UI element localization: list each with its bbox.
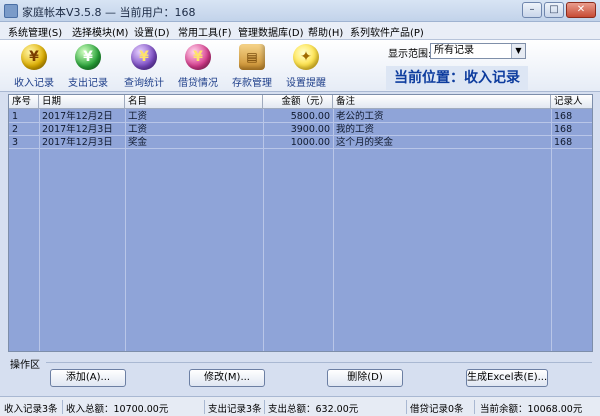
header-note[interactable]: 备注: [333, 95, 551, 109]
cell-note: 老公的工资: [336, 111, 384, 122]
cell-date: 2017年12月3日: [42, 137, 113, 148]
status-separator: [406, 400, 407, 414]
cell-index: 2: [12, 124, 19, 135]
expense-records-label: 支出记录: [68, 78, 108, 89]
status-income-total: 收入总额：10700.00元: [66, 404, 169, 415]
loan-coin-icon: ¥: [185, 44, 211, 70]
cell-category: 奖金: [128, 137, 148, 148]
cell-category: 工资: [128, 124, 148, 135]
cell-amount: 5800.00: [290, 111, 330, 122]
header-date[interactable]: 日期: [39, 95, 125, 109]
cell-index: 3: [12, 137, 19, 148]
expense-coin-icon: ¥: [75, 44, 101, 70]
menu-modules[interactable]: 选择模块(M): [72, 24, 128, 39]
window-title: 家庭帐本V3.5.8 — 当前用户：168: [22, 6, 196, 19]
table-row[interactable]: 2 2017年12月3日 工资 3900.00 我的工资 168: [9, 123, 592, 136]
cell-date: 2017年12月2日: [42, 111, 113, 122]
records-table[interactable]: 序号 日期 名目 金额（元） 备注 记录人 1 2017年12月2日 工资 58…: [8, 94, 593, 352]
add-button[interactable]: 添加(A)...: [50, 369, 126, 387]
menu-system[interactable]: 系统管理(S): [8, 24, 62, 39]
chevron-down-icon[interactable]: ▼: [511, 44, 525, 58]
operations-divider: [46, 362, 592, 363]
scope-value: 所有记录: [434, 45, 474, 56]
operations-label: 操作区: [10, 360, 40, 371]
toolbar: ¥ 收入记录 ¥ 支出记录 ¥ 查询统计 ¥ 借贷情况 ▤ 存款管理 ✦ 设置提…: [0, 40, 600, 92]
query-stats-button[interactable]: ¥ 查询统计: [118, 42, 170, 90]
menu-settings[interactable]: 设置(D): [134, 24, 170, 39]
cell-note: 这个月的奖金: [336, 137, 394, 148]
status-bar: 收入记录3条 收入总额：10700.00元 支出记录3条 支出总额：632.00…: [0, 396, 600, 416]
cell-date: 2017年12月3日: [42, 124, 113, 135]
cell-recorder: 168: [554, 124, 573, 135]
scope-label: 显示范围:: [388, 49, 432, 60]
operations-panel: 操作区 添加(A)... 修改(M)... 删除(D) 生成Excel表(E).…: [4, 356, 596, 394]
cell-recorder: 168: [554, 111, 573, 122]
menu-bar: 系统管理(S) 选择模块(M) 设置(D) 常用工具(F) 管理数据库(D) 帮…: [0, 22, 600, 40]
table-row[interactable]: 1 2017年12月2日 工资 5800.00 老公的工资 168: [9, 110, 592, 123]
reminder-settings-button[interactable]: ✦ 设置提醒: [280, 42, 332, 90]
close-button[interactable]: ✕: [566, 2, 596, 18]
title-bar: 家庭帐本V3.5.8 — 当前用户：168 – □ ✕: [0, 0, 600, 22]
export-excel-button[interactable]: 生成Excel表(E)...: [466, 369, 548, 387]
status-loan-count: 借贷记录0条: [410, 404, 464, 415]
deposit-management-label: 存款管理: [232, 78, 272, 89]
header-recorder[interactable]: 记录人: [551, 95, 592, 109]
status-expense-total: 支出总额：632.00元: [268, 404, 359, 415]
cell-recorder: 168: [554, 137, 573, 148]
income-records-label: 收入记录: [14, 78, 54, 89]
current-location: 当前位置：收入记录: [386, 66, 528, 90]
cell-note: 我的工资: [336, 124, 375, 135]
menu-database[interactable]: 管理数据库(D): [238, 24, 304, 39]
income-coin-icon: ¥: [21, 44, 47, 70]
scope-select[interactable]: 所有记录 ▼: [430, 43, 526, 59]
income-records-button[interactable]: ¥ 收入记录: [8, 42, 60, 90]
status-separator: [264, 400, 265, 414]
menu-tools[interactable]: 常用工具(F): [178, 24, 232, 39]
menu-help[interactable]: 帮助(H): [308, 24, 343, 39]
cell-amount: 3900.00: [290, 124, 330, 135]
status-separator: [204, 400, 205, 414]
status-expense-count: 支出记录3条: [208, 404, 262, 415]
edit-button[interactable]: 修改(M)...: [189, 369, 265, 387]
stats-coin-icon: ¥: [131, 44, 157, 70]
lightbulb-icon: ✦: [293, 44, 319, 70]
status-separator: [474, 400, 475, 414]
minimize-button[interactable]: –: [522, 2, 542, 18]
status-income-count: 收入记录3条: [4, 404, 58, 415]
cell-amount: 1000.00: [290, 137, 330, 148]
loan-status-button[interactable]: ¥ 借贷情况: [172, 42, 224, 90]
table-row[interactable]: 3 2017年12月3日 奖金 1000.00 这个月的奖金 168: [9, 136, 592, 149]
deposit-management-button[interactable]: ▤ 存款管理: [226, 42, 278, 90]
delete-button[interactable]: 删除(D): [327, 369, 403, 387]
cell-index: 1: [12, 111, 19, 122]
status-separator: [62, 400, 63, 414]
header-category[interactable]: 名目: [125, 95, 263, 109]
query-stats-label: 查询统计: [124, 78, 164, 89]
header-index[interactable]: 序号: [9, 95, 39, 109]
header-amount[interactable]: 金额（元）: [263, 95, 333, 109]
maximize-button[interactable]: □: [544, 2, 564, 18]
deposit-card-icon: ▤: [239, 44, 265, 70]
menu-products[interactable]: 系列软件产品(P): [350, 24, 424, 39]
reminder-settings-label: 设置提醒: [286, 78, 326, 89]
loan-status-label: 借贷情况: [178, 78, 218, 89]
app-icon: [4, 4, 18, 18]
cell-category: 工资: [128, 111, 148, 122]
expense-records-button[interactable]: ¥ 支出记录: [62, 42, 114, 90]
status-balance: 当前余额：10068.00元: [480, 404, 583, 415]
